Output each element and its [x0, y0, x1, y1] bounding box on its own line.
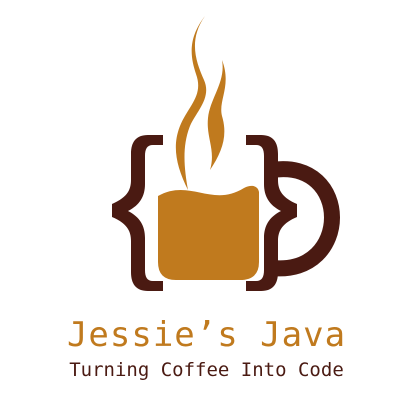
left-curly-brace-icon	[112, 135, 163, 291]
brand-tagline: Turning Coffee Into Code	[69, 359, 344, 381]
logo: Jessie’s Java Turning Coffee Into Code	[0, 0, 413, 418]
steam-icon	[175, 16, 226, 190]
coffee-body-icon	[158, 185, 259, 280]
brand-name: Jessie’s Java	[66, 315, 347, 355]
coffee-cup-logo-mark	[112, 16, 340, 291]
